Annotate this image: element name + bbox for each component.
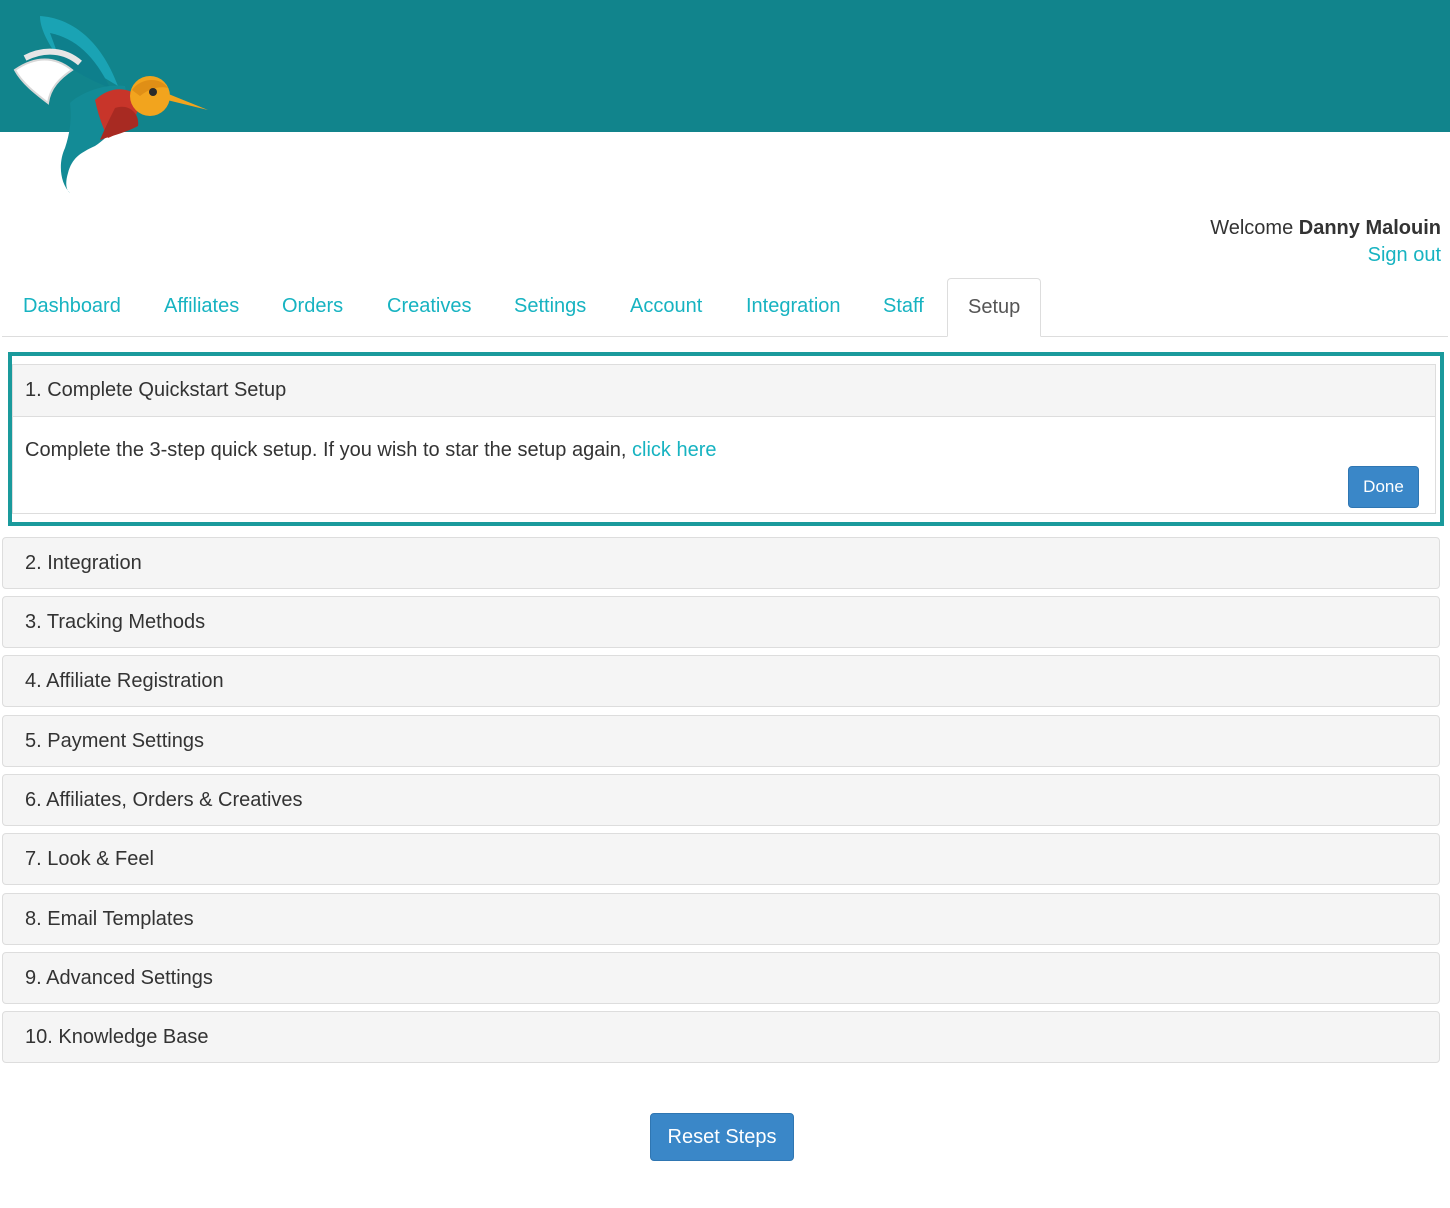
step-panel-quickstart: 1. Complete Quickstart Setup Complete th… — [12, 364, 1436, 514]
step-heading[interactable]: 2. Integration — [3, 538, 1439, 588]
step-panel[interactable]: 6. Affiliates, Orders & Creatives — [2, 774, 1440, 826]
tab-orders[interactable]: Orders — [282, 278, 343, 336]
step-panel[interactable]: 7. Look & Feel — [2, 833, 1440, 885]
step-description: Complete the 3-step quick setup. If you … — [25, 439, 627, 461]
tab-affiliates[interactable]: Affiliates — [164, 278, 239, 336]
welcome-text: Welcome Danny Malouin — [1210, 216, 1441, 240]
tab-dashboard[interactable]: Dashboard — [23, 278, 121, 336]
header-bar — [0, 0, 1450, 132]
tab-setup[interactable]: Setup — [947, 278, 1042, 337]
step-heading[interactable]: 5. Payment Settings — [3, 716, 1439, 766]
step-heading[interactable]: 8. Email Templates — [3, 894, 1439, 944]
main-nav-tabs: Dashboard Affiliates Orders Creatives Se… — [2, 278, 1448, 337]
step-heading[interactable]: 3. Tracking Methods — [3, 597, 1439, 647]
step-heading[interactable]: 4. Affiliate Registration — [3, 656, 1439, 706]
step-heading[interactable]: 6. Affiliates, Orders & Creatives — [3, 775, 1439, 825]
step-body-quickstart: Complete the 3-step quick setup. If you … — [13, 417, 1435, 515]
tab-settings[interactable]: Settings — [514, 278, 586, 336]
tab-integration[interactable]: Integration — [746, 278, 841, 336]
step-heading[interactable]: 9. Advanced Settings — [3, 953, 1439, 1003]
step-heading-quickstart[interactable]: 1. Complete Quickstart Setup — [13, 365, 1435, 417]
step-panel[interactable]: 8. Email Templates — [2, 893, 1440, 945]
hummingbird-logo-icon[interactable] — [10, 8, 210, 198]
step-panel[interactable]: 4. Affiliate Registration — [2, 655, 1440, 707]
step-panel[interactable]: 5. Payment Settings — [2, 715, 1440, 767]
user-name: Danny Malouin — [1298, 217, 1441, 239]
step-panel[interactable]: 10. Knowledge Base — [2, 1011, 1440, 1063]
tab-staff[interactable]: Staff — [883, 278, 924, 336]
restart-setup-link[interactable]: click here — [632, 439, 716, 461]
step-heading[interactable]: 10. Knowledge Base — [3, 1012, 1439, 1062]
welcome-prefix: Welcome — [1210, 217, 1294, 239]
step-heading[interactable]: 7. Look & Feel — [3, 834, 1439, 884]
done-button[interactable]: Done — [1348, 466, 1419, 508]
step-panel[interactable]: 2. Integration — [2, 537, 1440, 589]
step-panel[interactable]: 3. Tracking Methods — [2, 596, 1440, 648]
tab-creatives[interactable]: Creatives — [387, 278, 471, 336]
tab-account[interactable]: Account — [630, 278, 702, 336]
sign-out-link[interactable]: Sign out — [1368, 244, 1441, 267]
step-panel[interactable]: 9. Advanced Settings — [2, 952, 1440, 1004]
reset-steps-button[interactable]: Reset Steps — [650, 1113, 794, 1161]
